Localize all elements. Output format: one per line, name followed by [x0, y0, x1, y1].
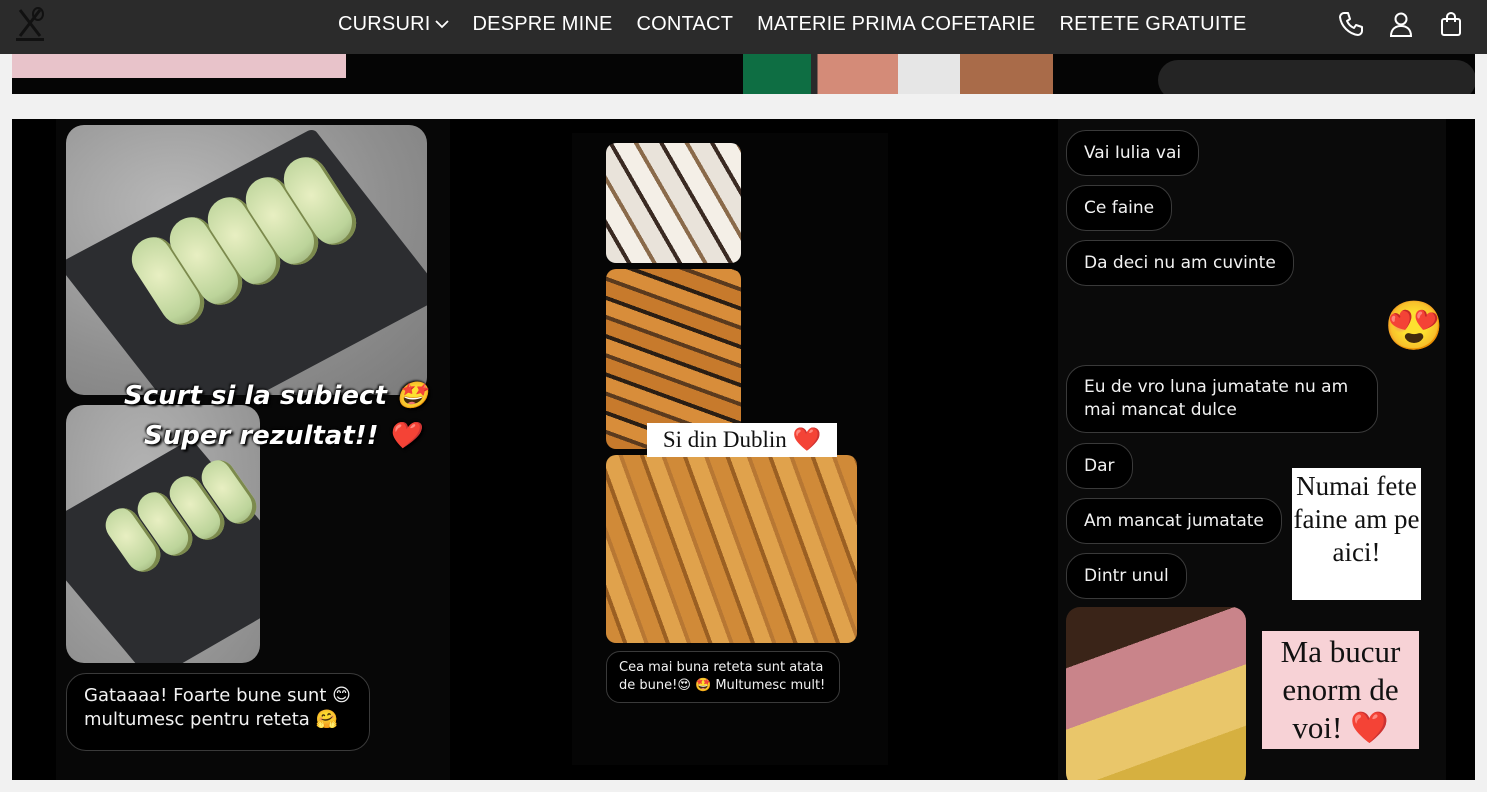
message-bubble: Dar: [1066, 443, 1133, 489]
menu-item-label: CURSURI: [338, 12, 431, 35]
menu-item-label: MATERIE PRIMA COFETARIE: [757, 12, 1036, 35]
message-bubble: Vai Iulia vai: [1066, 130, 1200, 176]
chocolate-eclairs-photo: [606, 143, 741, 263]
chat-bubble-fragment: [1158, 60, 1475, 94]
shopping-bag-icon[interactable]: [1437, 10, 1465, 38]
message-bubble: Da deci nu am cuvinte: [1066, 240, 1294, 286]
nav-actions: [1337, 10, 1465, 38]
menu-item-label: DESPRE MINE: [472, 12, 613, 35]
sticker-ma-bucur: Ma bucur enorm de voi! ❤️: [1262, 631, 1419, 749]
main-menu: CURSURI DESPRE MINE CONTACT MATERIE PRIM…: [338, 0, 1247, 48]
heart-eyes-emoji: 😍: [1384, 300, 1444, 353]
message-bubble: Ce faine: [1066, 185, 1173, 231]
message-bubble: Am mancat jumatate: [1066, 498, 1282, 544]
pink-sticker-fragment: [12, 54, 346, 78]
menu-item-label: RETETE GRATUITE: [1059, 12, 1247, 35]
story-dublin: Si din Dublin ❤️ Cea mai buna reteta sun…: [572, 133, 888, 765]
message-bubble: Cea mai buna reteta sunt atata de bune!😍…: [606, 651, 840, 703]
baked-eclairs-tray-photo: [606, 269, 741, 449]
testimonials-image: Scurt si la subiect 🤩 Super rezultat!! ❤…: [12, 119, 1475, 780]
story-pistachio: Scurt si la subiect 🤩 Super rezultat!! ❤…: [56, 119, 450, 780]
story-chat: Vai Iulia vai Ce faine Da deci nu am cuv…: [1058, 119, 1446, 780]
sticker-numai-fete-faine: Numai fete faine am pe aici!: [1292, 468, 1421, 600]
eclairs-photo-large: [66, 125, 427, 395]
chevron-down-icon: [434, 20, 449, 29]
menu-item-contact[interactable]: CONTACT: [637, 13, 734, 36]
message-bubble: Dintr unul: [1066, 553, 1187, 599]
message-bubble: Gataaaa! Foarte bune sunt 😊 multumesc pe…: [66, 673, 370, 751]
menu-item-cursuri[interactable]: CURSURI: [338, 13, 449, 36]
user-icon[interactable]: [1387, 10, 1415, 38]
previous-testimonials-strip: [12, 54, 1475, 94]
menu-item-despre-mine[interactable]: DESPRE MINE: [473, 13, 613, 36]
message-bubble: Eu de vro luna jumatate nu am mai mancat…: [1066, 365, 1378, 433]
glazed-eclairs-photo: [1066, 607, 1246, 780]
top-navigation: CURSURI DESPRE MINE CONTACT MATERIE PRIM…: [0, 0, 1487, 54]
dublin-caption: Si din Dublin ❤️: [647, 423, 837, 457]
macarons-photo-fragment: [743, 54, 1053, 94]
menu-item-retete-gratuite[interactable]: RETETE GRATUITE: [1059, 13, 1246, 36]
phone-icon[interactable]: [1337, 10, 1365, 38]
whisk-logo-icon[interactable]: [12, 6, 48, 44]
story-text-line2: Super rezultat!! ❤️: [144, 421, 420, 451]
menu-item-label: CONTACT: [636, 12, 734, 35]
story-text-line1: Scurt si la subiect 🤩: [124, 381, 429, 411]
menu-item-materie-prima[interactable]: MATERIE PRIMA COFETARIE: [757, 13, 1035, 36]
dublin-eclairs-photo: [606, 455, 857, 643]
